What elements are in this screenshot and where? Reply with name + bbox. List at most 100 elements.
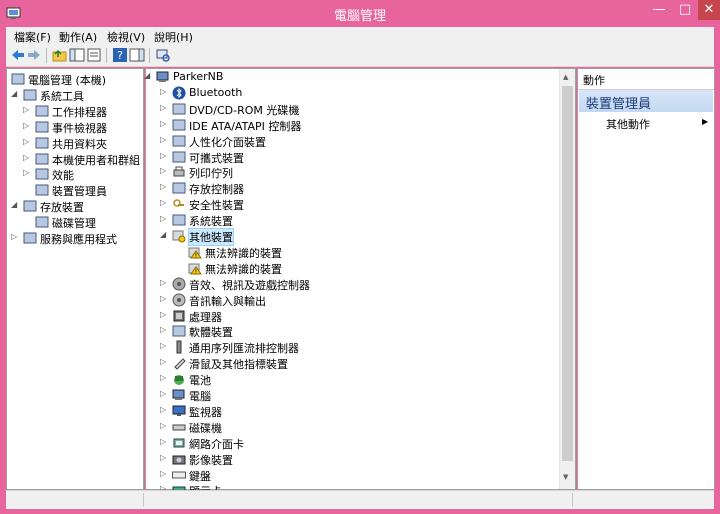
- tree-item-label: 鍵盤: [189, 469, 211, 483]
- maximize-button[interactable]: □: [672, 0, 698, 20]
- tree-item[interactable]: ▷ DVD/CD-ROM 光碟機: [146, 101, 575, 117]
- help-icon[interactable]: ?: [112, 47, 128, 63]
- unknown-device-warning-icon: !: [188, 263, 202, 275]
- menu-action[interactable]: 動作(A): [59, 29, 97, 45]
- tree-item[interactable]: ▷ 電池: [146, 371, 575, 387]
- expand-toggle-icon[interactable]: ▷: [160, 357, 168, 367]
- expand-toggle-icon[interactable]: ▷: [23, 105, 31, 115]
- expand-toggle-icon[interactable]: ▷: [11, 232, 19, 242]
- expand-toggle-icon[interactable]: ◢: [160, 230, 168, 240]
- tree-item[interactable]: ▷ 通用序列匯流排控制器: [146, 339, 575, 355]
- tree-item[interactable]: ▷ 存放控制器: [146, 180, 575, 196]
- expand-toggle-icon[interactable]: ▷: [160, 469, 168, 479]
- up-folder-icon[interactable]: [52, 47, 68, 63]
- expand-toggle-icon[interactable]: ▷: [23, 137, 31, 147]
- tree-item[interactable]: ▷ 監視器: [146, 403, 575, 419]
- tree-item-label: 可攜式裝置: [189, 151, 244, 165]
- more-actions-arrow-icon[interactable]: ▶: [702, 117, 708, 126]
- tree-item-label: 本機使用者和群組: [52, 153, 140, 167]
- tree-item[interactable]: ▷ 人性化介面裝置: [146, 133, 575, 149]
- tree-item-label: 安全性裝置: [189, 199, 244, 213]
- tree-item[interactable]: ▷ 軟體裝置: [146, 323, 575, 339]
- tree-item[interactable]: ▷ 共用資料夾: [7, 135, 143, 151]
- expand-toggle-icon[interactable]: ▷: [160, 405, 168, 415]
- expand-toggle-icon[interactable]: ▷: [160, 389, 168, 399]
- tree-item[interactable]: ▷ 處理器: [146, 308, 575, 324]
- tree-item[interactable]: ▷ 工作排程器: [7, 103, 143, 119]
- minimize-button[interactable]: —: [646, 0, 672, 20]
- menu-help[interactable]: 說明(H): [154, 29, 193, 45]
- tree-item[interactable]: ◢ 系統工具: [7, 87, 143, 103]
- expand-toggle-icon[interactable]: ▷: [23, 168, 31, 178]
- tree-item[interactable]: ▷ 音效、視訊及遊戲控制器: [146, 276, 575, 292]
- expand-toggle-icon[interactable]: ▷: [160, 182, 168, 192]
- expand-toggle-icon[interactable]: ▷: [160, 373, 168, 383]
- tree-item[interactable]: ◢ 其他裝置: [146, 228, 575, 246]
- expand-toggle-icon[interactable]: ◢: [11, 89, 19, 99]
- expand-toggle-icon[interactable]: ▷: [160, 310, 168, 320]
- expand-toggle-icon[interactable]: ▷: [23, 121, 31, 131]
- expand-toggle-icon[interactable]: ▷: [160, 341, 168, 351]
- tree-item[interactable]: ▷ 可攜式裝置: [146, 149, 575, 165]
- tree-item[interactable]: ▷ 事件檢視器: [7, 119, 143, 135]
- expand-toggle-icon[interactable]: ▷: [160, 135, 168, 145]
- tree-item[interactable]: ◢ ParkerNB: [144, 69, 575, 85]
- other-devices-icon: [172, 230, 186, 243]
- tree-item[interactable]: 裝置管理員: [7, 182, 143, 198]
- tree-item[interactable]: ▷ 網路介面卡: [146, 435, 575, 451]
- tree-item[interactable]: ▷ Bluetooth: [146, 85, 575, 101]
- expand-toggle-icon[interactable]: ▷: [160, 294, 168, 304]
- tree-item-label: 共用資料夾: [52, 137, 107, 151]
- expand-toggle-icon[interactable]: ◢: [11, 200, 19, 210]
- title-bar[interactable]: 電腦管理 — □ ✕: [0, 0, 720, 27]
- menu-view[interactable]: 檢視(V): [107, 29, 145, 45]
- expand-toggle-icon[interactable]: ▷: [23, 153, 31, 163]
- expand-toggle-icon[interactable]: ▷: [160, 278, 168, 288]
- clock-icon: [35, 105, 49, 117]
- expand-toggle-icon[interactable]: ▷: [160, 325, 168, 335]
- scan-hardware-changes-icon[interactable]: [155, 47, 171, 63]
- tree-item[interactable]: ◢ 存放裝置: [7, 198, 143, 214]
- expand-toggle-icon[interactable]: ▷: [160, 166, 168, 176]
- vertical-scrollbar[interactable]: ▲ ▼: [559, 69, 575, 489]
- tree-item[interactable]: 磁碟管理: [7, 214, 143, 230]
- expand-toggle-icon[interactable]: ▷: [160, 437, 168, 447]
- forward-icon[interactable]: [26, 47, 42, 63]
- tree-item[interactable]: ▷ 磁碟機: [146, 419, 575, 435]
- show-hide-action-pane-icon[interactable]: [129, 47, 145, 63]
- tree-item[interactable]: ▷ 列印佇列: [146, 164, 575, 180]
- expand-toggle-icon[interactable]: ▷: [160, 87, 168, 97]
- tree-item[interactable]: ▷ 鍵盤: [146, 467, 575, 483]
- expand-toggle-icon[interactable]: ◢: [144, 71, 152, 81]
- tree-item[interactable]: ▷ 服務與應用程式: [7, 230, 143, 246]
- scroll-down-arrow-icon[interactable]: ▼: [563, 473, 568, 481]
- expand-toggle-icon[interactable]: ▷: [160, 119, 168, 129]
- tree-item[interactable]: ▷ 滑鼠及其他指標裝置: [146, 355, 575, 371]
- scroll-up-arrow-icon[interactable]: ▲: [563, 73, 568, 81]
- actions-section-device-manager[interactable]: 裝置管理員: [579, 90, 713, 112]
- tree-item[interactable]: ▷ 本機使用者和群組: [7, 151, 143, 167]
- properties-icon[interactable]: [86, 47, 102, 63]
- expand-toggle-icon[interactable]: ▷: [160, 453, 168, 463]
- tree-item[interactable]: ! 無法辨識的裝置: [146, 244, 575, 260]
- tree-item[interactable]: ▷ 電腦: [146, 387, 575, 403]
- more-actions-link[interactable]: 其他動作: [606, 116, 650, 132]
- tree-item[interactable]: 電腦管理 (本機): [7, 71, 143, 87]
- tree-item[interactable]: ▷ 安全性裝置: [146, 196, 575, 212]
- close-button[interactable]: ✕: [698, 0, 720, 20]
- tree-item[interactable]: ▷ 效能: [7, 166, 143, 182]
- tree-item[interactable]: ▷ 影像裝置: [146, 451, 575, 467]
- expand-toggle-icon[interactable]: ▷: [160, 103, 168, 113]
- tree-item[interactable]: ▷ IDE ATA/ATAPI 控制器: [146, 117, 575, 133]
- show-hide-console-tree-icon[interactable]: [69, 47, 85, 63]
- menu-file[interactable]: 檔案(F): [14, 29, 51, 45]
- expand-toggle-icon[interactable]: ▷: [160, 151, 168, 161]
- tree-item[interactable]: ! 無法辨識的裝置: [146, 260, 575, 276]
- expand-toggle-icon[interactable]: ▷: [160, 421, 168, 431]
- expand-toggle-icon[interactable]: ▷: [160, 214, 168, 224]
- scrollbar-thumb[interactable]: [562, 86, 573, 461]
- tree-item[interactable]: ▷ 系統裝置: [146, 212, 575, 228]
- back-icon[interactable]: [10, 47, 26, 63]
- expand-toggle-icon[interactable]: ▷: [160, 198, 168, 208]
- tree-item[interactable]: ▷ 音訊輸入與輸出: [146, 292, 575, 308]
